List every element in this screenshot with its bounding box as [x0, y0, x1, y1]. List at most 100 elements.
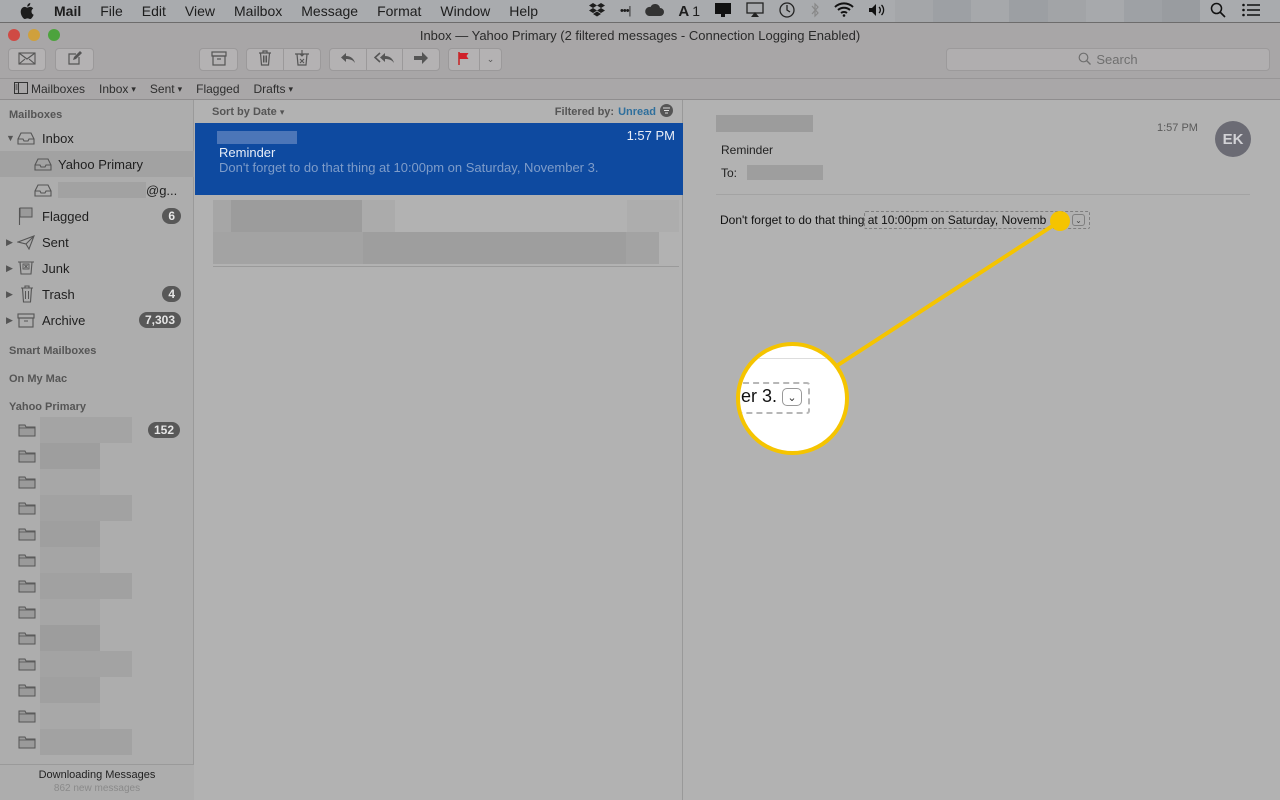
favorites-mailboxes-button[interactable]: Mailboxes	[14, 81, 85, 97]
flag-button[interactable]	[449, 49, 480, 70]
sidebar-folder-item[interactable]	[0, 599, 194, 625]
sidebar-item-label: Sent	[42, 234, 69, 250]
sidebar-item-junk[interactable]: ▶ Junk	[0, 255, 194, 281]
account-header[interactable]: Yahoo Primary	[9, 401, 86, 413]
message-subject: Reminder	[219, 145, 276, 160]
delete-button[interactable]	[247, 49, 284, 70]
get-mail-button[interactable]	[8, 48, 46, 71]
disclosure-open-icon[interactable]: ▼	[6, 133, 15, 143]
sidebar-folder-item[interactable]	[0, 703, 194, 729]
sidebar-item-trash[interactable]: ▶ Trash 4	[0, 281, 194, 307]
smart-mailboxes-header[interactable]: Smart Mailboxes	[9, 345, 96, 357]
reply-all-button[interactable]	[367, 49, 403, 70]
sidebar-folder-item[interactable]	[0, 521, 194, 547]
message-subject: Reminder	[721, 143, 774, 157]
data-detector-menu-button[interactable]: ⌄	[1072, 214, 1085, 226]
menu-file[interactable]: File	[100, 3, 123, 19]
redacted-folder-name	[40, 495, 132, 521]
sidebar-item-label: Archive	[42, 312, 86, 328]
favorites-flagged-label: Flagged	[196, 82, 240, 96]
message-row-selected[interactable]: 1:57 PM Reminder Don't forget to do that…	[195, 123, 683, 195]
message-list-header: Sort by Date ▾ Filtered by: Unread	[195, 100, 683, 123]
cloud-icon[interactable]	[644, 3, 665, 19]
search-field[interactable]: Search	[946, 48, 1270, 71]
sidebar-folder-item[interactable]	[0, 495, 194, 521]
sidebar-item-inbox[interactable]: ▼ Inbox	[0, 125, 194, 151]
folder-icon	[18, 657, 36, 671]
notification-center-icon[interactable]	[1242, 3, 1260, 20]
message-time: 1:57 PM	[626, 128, 675, 143]
time-machine-icon[interactable]	[778, 1, 796, 22]
signal-dots-icon[interactable]: •••|	[620, 5, 631, 17]
sidebar-item-gmail-account[interactable]: @g...	[0, 177, 194, 203]
sender-avatar[interactable]: EK	[1215, 121, 1251, 157]
sort-button[interactable]: Sort by Date ▾	[212, 106, 284, 118]
disclosure-closed-icon[interactable]: ▶	[6, 237, 13, 248]
menu-window[interactable]: Window	[440, 3, 490, 19]
sidebar-folder-item[interactable]	[0, 651, 194, 677]
sidebar-item-sent[interactable]: ▶ Sent	[0, 229, 194, 255]
redacted-recipient[interactable]	[747, 165, 824, 180]
window-toolbar: Inbox — Yahoo Primary (2 filtered messag…	[0, 22, 1280, 78]
disclosure-closed-icon[interactable]: ▶	[6, 315, 13, 326]
favorites-flagged-button[interactable]: Flagged	[196, 82, 239, 96]
redacted-folder-name	[40, 625, 100, 651]
reply-icon	[340, 52, 356, 67]
data-detector-highlight[interactable]	[864, 211, 1090, 229]
spotlight-search-icon[interactable]	[1210, 2, 1226, 21]
compose-button[interactable]	[55, 48, 94, 71]
inbox-icon	[17, 131, 35, 145]
sidebar-folder-item[interactable]	[0, 677, 194, 703]
sidebar-item-archive[interactable]: ▶ Archive 7,303	[0, 307, 194, 333]
adobe-icon[interactable]: A1	[678, 3, 700, 20]
junk-button[interactable]	[284, 49, 320, 70]
redacted-folder-name	[40, 417, 132, 443]
dropbox-icon[interactable]	[588, 2, 606, 21]
bluetooth-icon[interactable]	[810, 2, 820, 21]
magnified-text: er 3.	[741, 386, 778, 406]
menu-mailbox[interactable]: Mailbox	[234, 3, 282, 19]
favorites-drafts-button[interactable]: Drafts ▾	[254, 82, 294, 96]
sidebar-folder-item[interactable]	[0, 469, 194, 495]
folder-icon	[18, 475, 36, 489]
filter-icon[interactable]	[660, 103, 673, 120]
menu-mail[interactable]: Mail	[54, 3, 81, 19]
forward-button[interactable]	[403, 49, 439, 70]
archive-button[interactable]	[199, 48, 238, 71]
sidebar-folder-item[interactable]	[0, 625, 194, 651]
menu-message[interactable]: Message	[301, 3, 358, 19]
wifi-icon[interactable]	[834, 2, 854, 20]
airplay-icon[interactable]	[746, 1, 764, 21]
inbox-icon	[34, 183, 52, 197]
sidebar-item-yahoo-primary[interactable]: Yahoo Primary	[0, 151, 194, 177]
mailboxes-header[interactable]: Mailboxes	[9, 109, 62, 121]
sidebar-folder-item[interactable]	[0, 573, 194, 599]
display-icon[interactable]	[714, 2, 732, 21]
message-row-redacted[interactable]	[213, 200, 679, 267]
flag-menu-button[interactable]: ⌄	[480, 49, 501, 70]
folder-icon	[18, 605, 36, 619]
sidebar-item-flagged[interactable]: Flagged 6	[0, 203, 194, 229]
menu-format[interactable]: Format	[377, 3, 421, 19]
trash-icon	[20, 285, 34, 303]
favorites-bar: Mailboxes Inbox ▾ Sent ▾ Flagged Drafts ▾	[0, 78, 1280, 100]
sidebar-folder-item[interactable]	[0, 547, 194, 573]
recipients-line: To:	[721, 165, 824, 180]
filter-value-link[interactable]: Unread	[618, 106, 656, 118]
menu-edit[interactable]: Edit	[142, 3, 166, 19]
menu-help[interactable]: Help	[509, 3, 538, 19]
reply-button[interactable]	[330, 49, 367, 70]
sidebar-folder-item[interactable]	[0, 729, 194, 755]
sidebar-folder-item[interactable]	[0, 443, 194, 469]
apple-menu-icon[interactable]	[20, 3, 38, 19]
on-my-mac-header[interactable]: On My Mac	[9, 373, 67, 385]
menu-view[interactable]: View	[185, 3, 215, 19]
folder-icon	[18, 501, 36, 515]
magnified-chevron-down-icon: ⌄	[782, 388, 802, 406]
volume-icon[interactable]	[868, 3, 888, 20]
favorites-inbox-button[interactable]: Inbox ▾	[99, 82, 136, 96]
disclosure-closed-icon[interactable]: ▶	[6, 263, 13, 274]
compose-icon	[67, 50, 83, 69]
favorites-sent-button[interactable]: Sent ▾	[150, 82, 182, 96]
disclosure-closed-icon[interactable]: ▶	[6, 289, 13, 300]
